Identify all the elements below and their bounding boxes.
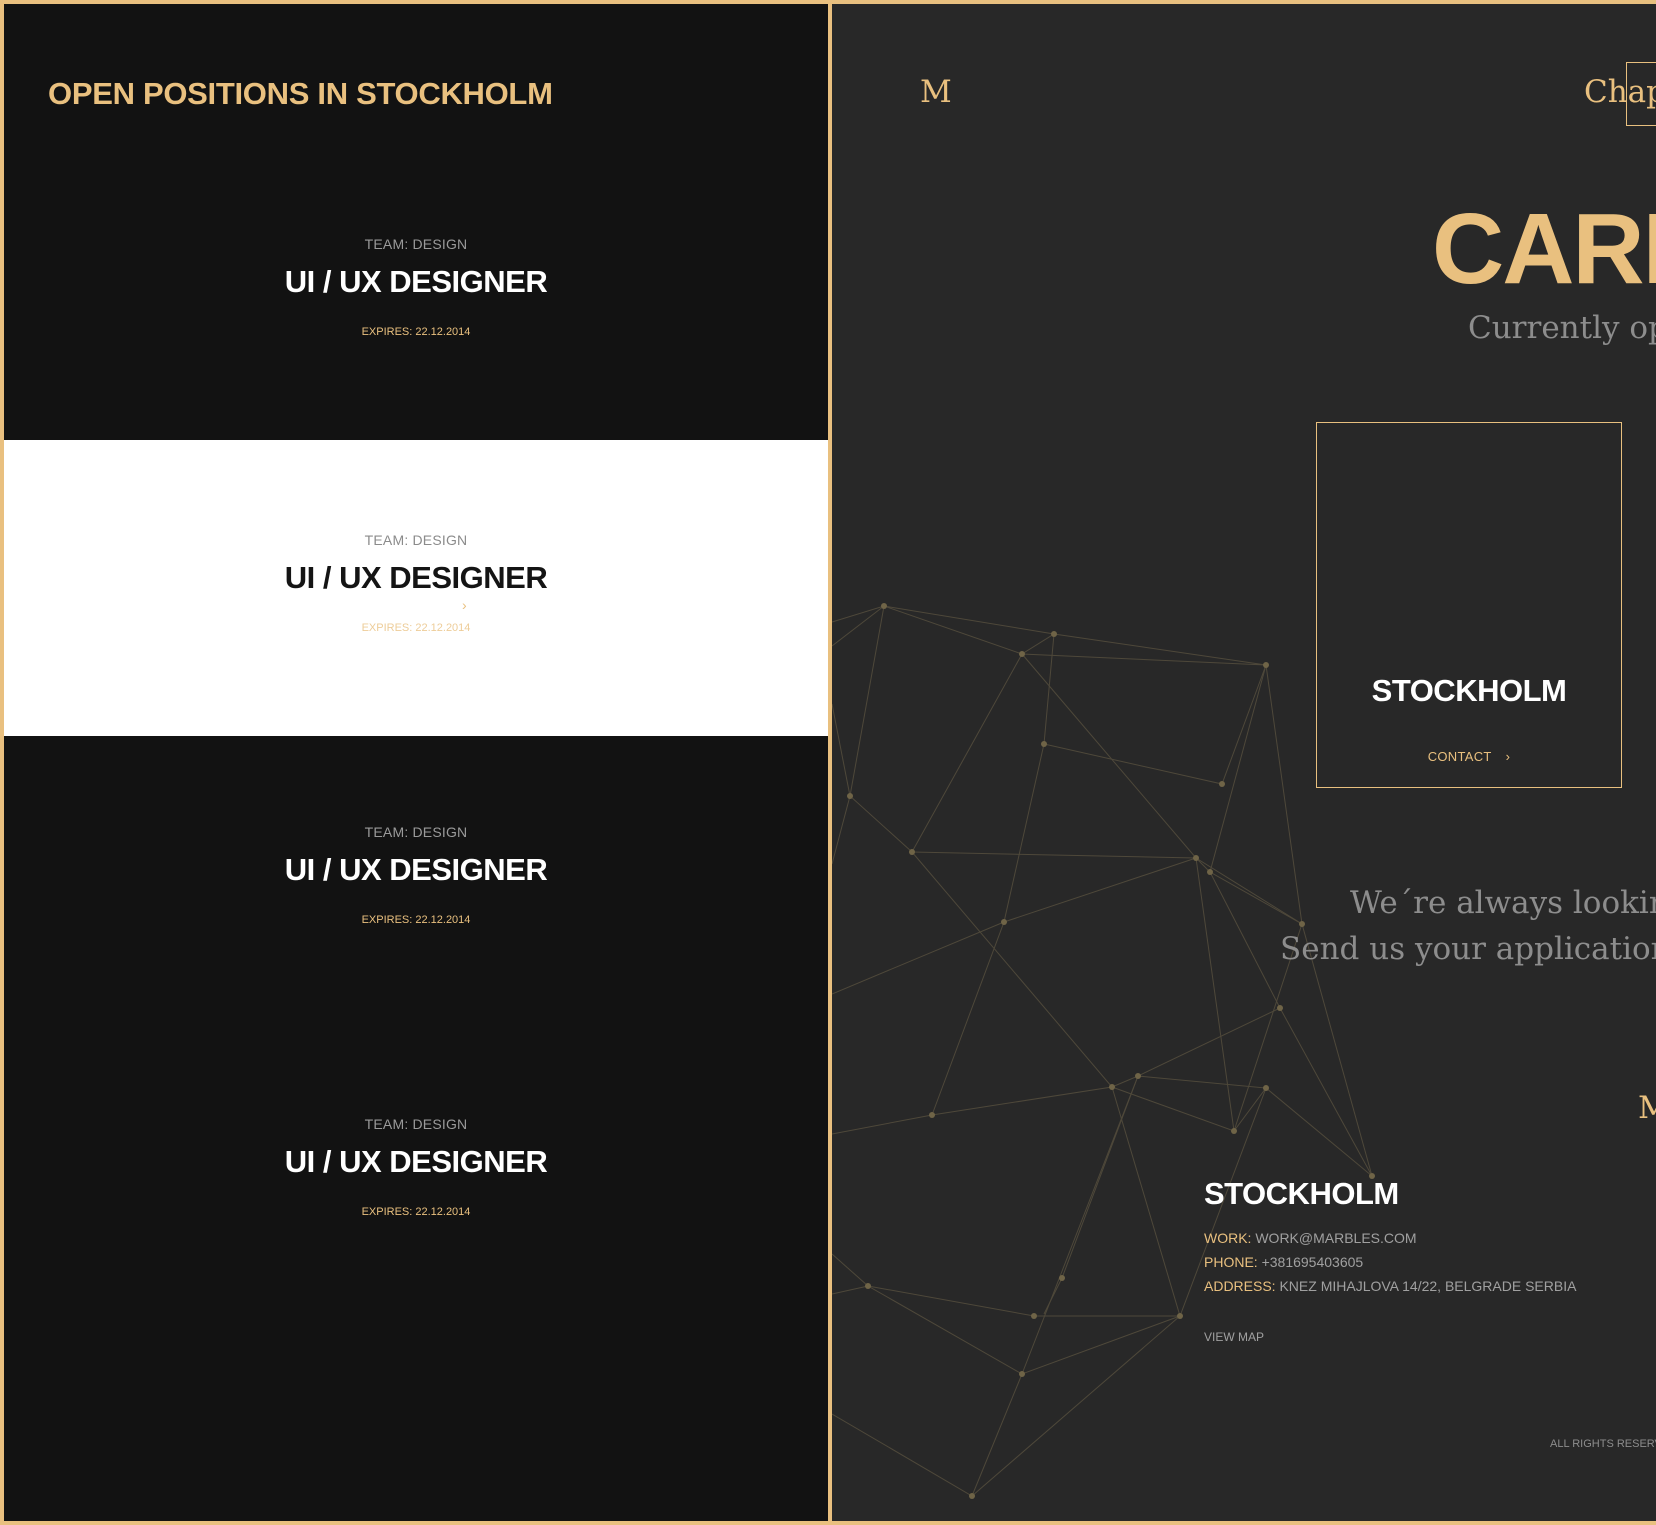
chevron-right-icon: › (1505, 749, 1511, 764)
job-team: TEAM: DESIGN (364, 236, 468, 252)
job-listing[interactable]: TEAM: DESIGN UI / UX DESIGNER EXPIRES: 2… (4, 792, 828, 1002)
work-email-link[interactable]: WORK@MARBLES.COM (1255, 1230, 1416, 1246)
city-card-title: STOCKHOLM (1371, 673, 1567, 708)
job-expires: EXPIRES: 22.12.2014 (361, 1206, 471, 1218)
job-listing-hovered[interactable]: TEAM: DESIGN UI / UX DESIGNER › EXPIRES:… (4, 440, 828, 736)
recruiting-line-2: Send us your application (1280, 931, 1656, 967)
job-expires: EXPIRES: 22.12.2014 (361, 914, 471, 926)
address-value: KNEZ MIHAJLOVA 14/22, BELGRADE SERBIA (1279, 1278, 1577, 1294)
work-label: WORK: (1204, 1230, 1252, 1246)
job-title[interactable]: UI / UX DESIGNER (4, 560, 828, 596)
phone-row: PHONE: +381695403605 (1204, 1250, 1576, 1274)
job-team: TEAM: DESIGN (364, 824, 468, 840)
logo[interactable]: M (920, 74, 952, 110)
copyright-text: ALL RIGHTS RESERV (1550, 1438, 1656, 1450)
job-team: TEAM: DESIGN (364, 1116, 468, 1132)
job-title[interactable]: UI / UX DESIGNER (4, 852, 828, 888)
city-card-stockholm[interactable]: STOCKHOLM CONTACT › (1316, 422, 1622, 788)
careers-heading: CARE (1432, 193, 1656, 305)
view-map-link[interactable]: VIEW MAP (1204, 1330, 1576, 1344)
work-email-row: WORK: WORK@MARBLES.COM (1204, 1226, 1576, 1250)
page-title: OPEN POSITIONS IN STOCKHOLM (48, 76, 553, 111)
careers-subtitle: Currently op (1468, 310, 1656, 346)
contact-city: STOCKHOLM (1204, 1176, 1399, 1211)
job-listing[interactable]: TEAM: DESIGN UI / UX DESIGNER EXPIRES: 2… (4, 204, 828, 414)
chevron-right-icon[interactable]: › (462, 597, 467, 613)
open-positions-panel: OPEN POSITIONS IN STOCKHOLM TEAM: DESIGN… (4, 4, 828, 1521)
job-title[interactable]: UI / UX DESIGNER (4, 1144, 828, 1180)
job-title[interactable]: UI / UX DESIGNER (4, 264, 828, 300)
phone-value: +381695403605 (1261, 1254, 1364, 1270)
job-team: TEAM: DESIGN (364, 532, 468, 548)
job-listing[interactable]: TEAM: DESIGN UI / UX DESIGNER EXPIRES: 2… (4, 1084, 828, 1294)
recruiting-line-1: We´re always lookin (1350, 885, 1656, 921)
contact-info: STOCKHOLM WORK: WORK@MARBLES.COM PHONE: … (1204, 1176, 1576, 1344)
job-expires: EXPIRES: 22.12.2014 (361, 326, 471, 338)
careers-page-panel: M Chap CARE Currently op STOCKHOLM CONTA… (832, 4, 1656, 1521)
address-label: ADDRESS: (1204, 1278, 1276, 1294)
job-expires: EXPIRES: 22.12.2014 (361, 622, 471, 634)
section-letter: M (1638, 1090, 1656, 1126)
address-row: ADDRESS: KNEZ MIHAJLOVA 14/22, BELGRADE … (1204, 1274, 1576, 1298)
phone-label: PHONE: (1204, 1254, 1258, 1270)
menu-button[interactable] (1626, 62, 1656, 126)
contact-label: CONTACT (1427, 749, 1492, 764)
contact-link[interactable]: CONTACT › (1317, 749, 1621, 764)
